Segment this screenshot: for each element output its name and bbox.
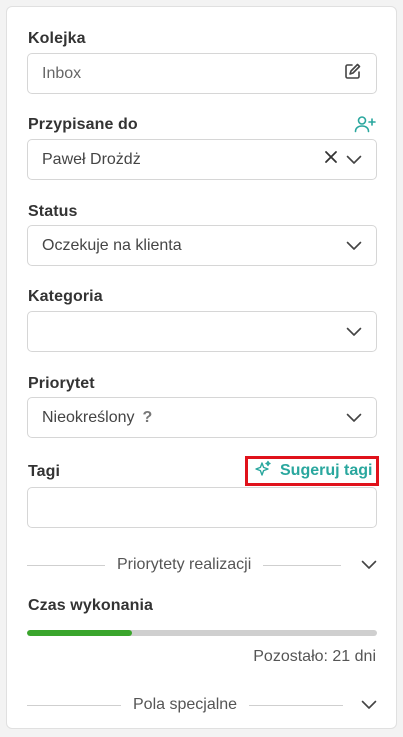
assigned-label: Przypisane do xyxy=(28,116,138,133)
status-label: Status xyxy=(28,203,78,220)
suggest-tags-label: Sugeruj tagi xyxy=(280,462,373,479)
priorities-section-toggle[interactable]: Priorytety realizacji xyxy=(27,555,377,575)
special-fields-section-toggle[interactable]: Pola specjalne xyxy=(27,695,377,715)
chevron-down-icon[interactable] xyxy=(346,413,362,423)
chevron-down-icon[interactable] xyxy=(346,327,362,337)
time-progress-bar xyxy=(27,630,377,636)
chevron-down-icon[interactable] xyxy=(346,155,362,165)
sparkle-icon xyxy=(254,460,272,483)
special-fields-section-title: Pola specjalne xyxy=(133,696,238,713)
assignee-select[interactable]: Paweł Drożdż xyxy=(27,139,377,180)
chevron-down-icon[interactable] xyxy=(361,700,377,710)
time-label: Czas wykonania xyxy=(28,597,154,614)
time-progress-fill xyxy=(27,630,132,636)
edit-icon[interactable] xyxy=(344,62,362,85)
queue-field[interactable]: Inbox xyxy=(27,53,377,94)
status-value: Oczekuje na klienta xyxy=(42,236,182,254)
add-user-icon[interactable] xyxy=(354,115,376,138)
queue-label: Kolejka xyxy=(28,30,86,47)
tags-label: Tagi xyxy=(28,463,61,480)
category-label: Kategoria xyxy=(28,288,103,305)
divider xyxy=(27,564,105,566)
priority-select[interactable]: Nieokreślony ? xyxy=(27,397,377,438)
chevron-down-icon[interactable] xyxy=(346,241,362,251)
time-remaining: Pozostało: 21 dni xyxy=(253,648,376,665)
priority-value: Nieokreślony xyxy=(42,408,135,426)
ticket-properties-panel: Kolejka Inbox Przypisane do Paweł Drożdż xyxy=(6,6,397,729)
help-icon[interactable]: ? xyxy=(142,409,152,427)
chevron-down-icon[interactable] xyxy=(361,560,377,570)
divider xyxy=(249,704,344,706)
category-select[interactable] xyxy=(27,311,377,352)
priorities-section-title: Priorytety realizacji xyxy=(117,556,252,573)
divider xyxy=(27,704,121,706)
tags-input[interactable] xyxy=(27,487,377,528)
status-select[interactable]: Oczekuje na klienta xyxy=(27,225,377,266)
queue-value: Inbox xyxy=(42,64,82,82)
divider xyxy=(263,564,342,566)
priority-label: Priorytet xyxy=(28,375,95,392)
clear-icon[interactable] xyxy=(324,150,338,169)
suggest-tags-button[interactable]: Sugeruj tagi xyxy=(245,456,379,486)
